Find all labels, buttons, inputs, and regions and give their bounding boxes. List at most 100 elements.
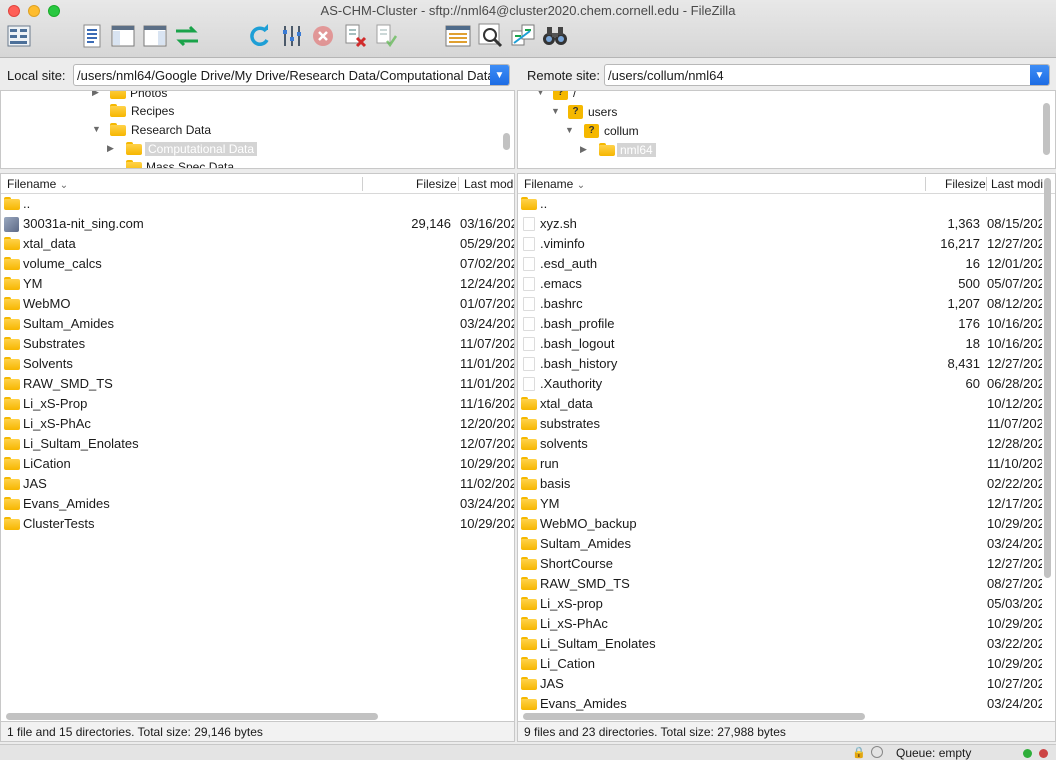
local-path-dropdown-button[interactable]: ▼: [490, 65, 509, 85]
table-row[interactable]: Li_xS-PhAc 12/20/2020: [1, 414, 514, 434]
search-remote-button[interactable]: [477, 22, 505, 50]
tree-node-recipes[interactable]: Recipes: [110, 101, 174, 120]
expand-arrow-icon[interactable]: ▶: [107, 143, 114, 154]
expand-arrow-icon[interactable]: ▶: [580, 144, 587, 155]
table-row[interactable]: xyz.sh 1,363 08/15/2021: [518, 214, 1055, 234]
table-row[interactable]: .esd_auth 16 12/01/2020: [518, 254, 1055, 274]
table-row[interactable]: WebMO_backup 10/29/2020: [518, 514, 1055, 534]
table-row[interactable]: run 11/10/2020: [518, 454, 1055, 474]
table-row[interactable]: Li_xS-Prop 11/16/2021: [1, 394, 514, 414]
tree-node-mass-spec-data[interactable]: Mass Spec Data: [126, 157, 234, 168]
local-directory-tree[interactable]: ▶ Photos Recipes ▼ Research Data ▶ Compu…: [0, 90, 515, 169]
remote-path-value[interactable]: /users/collum/nml64: [608, 68, 724, 83]
table-row[interactable]: Evans_Amides 03/24/2021: [518, 694, 1055, 714]
table-row[interactable]: .Xauthority 60 06/28/2021: [518, 374, 1055, 394]
table-row[interactable]: volume_calcs 07/02/2021: [1, 254, 514, 274]
tree-node-root[interactable]: ▼ ? /: [536, 91, 576, 102]
local-file-list[interactable]: Filename ⌄ Filesize Last modified .. 3003…: [0, 173, 515, 722]
tree-node-computational-data[interactable]: ▶ Computational Data: [107, 139, 258, 158]
table-row[interactable]: Li_Sultam_Enolates 03/22/2021: [518, 634, 1055, 654]
table-row[interactable]: .bash_logout 18 10/16/2020: [518, 334, 1055, 354]
remote-path-combo[interactable]: /users/collum/nml64 ▼: [604, 64, 1050, 86]
table-row[interactable]: ..: [518, 194, 1055, 214]
local-tree-scrollbar[interactable]: [503, 133, 510, 150]
site-manager-button[interactable]: [5, 22, 33, 50]
remote-tree-scrollbar[interactable]: [1043, 103, 1050, 155]
table-row[interactable]: Substrates 11/07/2021: [1, 334, 514, 354]
disconnect-button[interactable]: [341, 22, 369, 50]
transfer-queue-button[interactable]: [173, 22, 201, 50]
file-name: solvents: [540, 436, 588, 451]
remote-list-hscrollbar[interactable]: [523, 713, 865, 720]
collapse-arrow-icon[interactable]: ▼: [565, 125, 574, 135]
table-row[interactable]: Sultam_Amides 03/24/2021: [1, 314, 514, 334]
reconnect-button[interactable]: [372, 22, 400, 50]
table-row[interactable]: solvents 12/28/2021: [518, 434, 1055, 454]
table-row[interactable]: Sultam_Amides 03/24/2021: [518, 534, 1055, 554]
file-icon: [523, 377, 535, 391]
column-header-filename[interactable]: Filename ⌄: [7, 177, 68, 191]
compare-button[interactable]: [509, 22, 537, 50]
collapse-arrow-icon[interactable]: ▼: [551, 106, 560, 116]
remote-site-label: Remote site:: [527, 68, 600, 83]
file-last-modified: 12/01/2020: [987, 256, 1042, 271]
remote-directory-tree[interactable]: ▼ ? / ▼ ? users ▼ ? collum ▶ nml64: [517, 90, 1056, 169]
table-row[interactable]: JAS 11/02/2021: [1, 474, 514, 494]
column-header-filesize[interactable]: Filesize: [416, 177, 457, 191]
folder-icon: [521, 697, 537, 710]
table-row[interactable]: .bashrc 1,207 08/12/2021: [518, 294, 1055, 314]
local-path-value[interactable]: /users/nml64/Google Drive/My Drive/Resea…: [77, 68, 495, 83]
table-row[interactable]: ShortCourse 12/27/2021: [518, 554, 1055, 574]
remote-file-list[interactable]: Filename ⌄ Filesize Last modified .. xyz.…: [517, 173, 1056, 722]
table-row[interactable]: Li_Cation 10/29/2020: [518, 654, 1055, 674]
table-row[interactable]: substrates 11/07/2021: [518, 414, 1055, 434]
table-row[interactable]: YM 12/17/2020: [518, 494, 1055, 514]
column-header-filename[interactable]: Filename ⌄: [524, 177, 585, 191]
file-last-modified: 12/17/2020: [987, 496, 1042, 511]
table-row[interactable]: YM 12/24/2020: [1, 274, 514, 294]
local-path-combo[interactable]: /users/nml64/Google Drive/My Drive/Resea…: [73, 64, 510, 86]
table-row[interactable]: ClusterTests 10/29/2020: [1, 514, 514, 534]
tree-node-users[interactable]: ▼ ? users: [551, 102, 617, 121]
tree-node-nml64[interactable]: ▶ nml64: [580, 140, 656, 159]
remote-tree-button[interactable]: [141, 22, 169, 50]
tree-node-research-data[interactable]: ▼ Research Data: [92, 120, 211, 139]
cancel-button[interactable]: [309, 22, 337, 50]
table-row[interactable]: .bash_history 8,431 12/27/2021: [518, 354, 1055, 374]
table-row[interactable]: xtal_data 05/29/2021: [1, 234, 514, 254]
expand-arrow-icon[interactable]: ▶: [92, 91, 99, 98]
collapse-arrow-icon[interactable]: ▼: [92, 124, 101, 134]
table-row[interactable]: .bash_profile 176 10/16/2020: [518, 314, 1055, 334]
table-row[interactable]: Evans_Amides 03/24/2021: [1, 494, 514, 514]
table-row[interactable]: RAW_SMD_TS 11/01/2021: [1, 374, 514, 394]
remote-path-dropdown-button[interactable]: ▼: [1030, 65, 1049, 85]
tree-node-collum[interactable]: ▼ ? collum: [565, 121, 639, 140]
table-row[interactable]: WebMO 01/07/2021: [1, 294, 514, 314]
remote-list-vscrollbar[interactable]: [1044, 178, 1051, 578]
find-files-button[interactable]: [541, 22, 569, 50]
column-header-last-modified[interactable]: Last modified: [464, 177, 514, 191]
table-row[interactable]: Solvents 11/01/2021: [1, 354, 514, 374]
table-row[interactable]: JAS 10/27/2020: [518, 674, 1055, 694]
table-row[interactable]: xtal_data 10/12/2021: [518, 394, 1055, 414]
table-row[interactable]: .viminfo 16,217 12/27/2021: [518, 234, 1055, 254]
table-row[interactable]: Li_Sultam_Enolates 12/07/2020: [1, 434, 514, 454]
column-header-filesize[interactable]: Filesize: [945, 177, 986, 191]
message-log-button[interactable]: [78, 22, 106, 50]
refresh-button[interactable]: [245, 22, 273, 50]
table-row[interactable]: LiCation 10/29/2020: [1, 454, 514, 474]
column-header-last-modified[interactable]: Last modified: [991, 177, 1043, 191]
process-queue-button[interactable]: [278, 22, 306, 50]
table-row[interactable]: 30031a-nit_sing.com 29,146 03/16/2021: [1, 214, 514, 234]
table-row[interactable]: RAW_SMD_TS 08/27/2021: [518, 574, 1055, 594]
speed-limit-icon[interactable]: [871, 746, 883, 758]
table-row[interactable]: basis 02/22/2021: [518, 474, 1055, 494]
local-tree-button[interactable]: [109, 22, 137, 50]
table-row[interactable]: ..: [1, 194, 514, 214]
table-row[interactable]: .emacs 500 05/07/2021: [518, 274, 1055, 294]
local-list-hscrollbar[interactable]: [6, 713, 378, 720]
collapse-arrow-icon[interactable]: ▼: [536, 91, 545, 97]
table-row[interactable]: Li_xS-prop 05/03/2021: [518, 594, 1055, 614]
table-row[interactable]: Li_xS-PhAc 10/29/2020: [518, 614, 1055, 634]
directory-filter-button[interactable]: [444, 22, 472, 50]
